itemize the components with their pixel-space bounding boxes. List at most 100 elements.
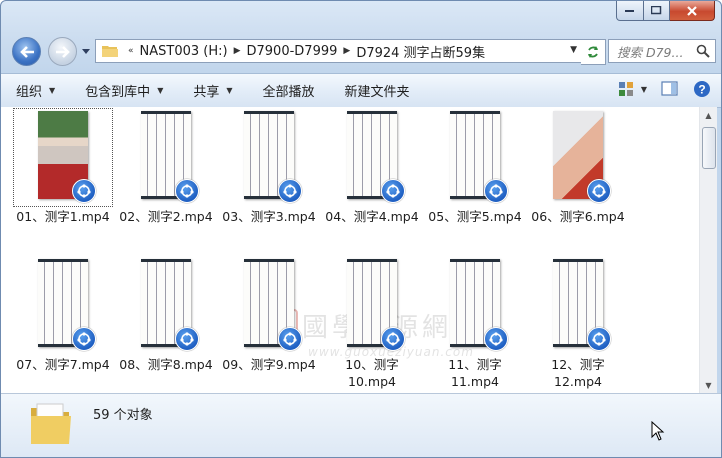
view-grid-icon bbox=[618, 82, 633, 96]
media-player-badge-icon bbox=[587, 327, 611, 351]
file-name: 12、测字 12.mp4 bbox=[551, 357, 605, 389]
file-name: 04、测字4.mp4 bbox=[325, 209, 419, 224]
breadcrumb-current-folder[interactable]: D7924 测字占断59集 bbox=[352, 42, 489, 61]
media-player-badge-icon bbox=[484, 179, 508, 203]
video-thumbnail[interactable] bbox=[220, 109, 318, 206]
scroll-up-icon[interactable]: ▲ bbox=[700, 107, 717, 123]
video-thumbnail[interactable] bbox=[13, 108, 113, 207]
scroll-down-icon[interactable]: ▼ bbox=[700, 377, 717, 393]
chevron-down-icon: ▼ bbox=[49, 86, 56, 95]
caption-buttons bbox=[616, 1, 715, 21]
media-player-badge-icon bbox=[381, 327, 405, 351]
item-count: 59 个对象 bbox=[93, 408, 153, 423]
media-player-badge-icon bbox=[72, 327, 96, 351]
video-thumbnail[interactable] bbox=[529, 109, 627, 206]
video-thumbnail[interactable] bbox=[117, 257, 215, 354]
file-list[interactable]: 臨 國學資源網 www.guoxueziyuan.com 01、测字1.mp40… bbox=[1, 107, 699, 393]
refresh-icon bbox=[588, 46, 598, 58]
share-menu[interactable]: 共享 ▼ bbox=[178, 81, 247, 100]
file-item[interactable]: 08、测字8.mp4 bbox=[116, 257, 216, 373]
preview-pane-icon bbox=[661, 81, 678, 96]
forward-arrow-icon bbox=[55, 45, 70, 58]
command-bar: 组织 ▼ 包含到库中 ▼ 共享 ▼ 全部播放 新建文件夹 ▼ ? bbox=[1, 73, 721, 108]
file-name: 05、测字5.mp4 bbox=[428, 209, 522, 224]
organize-label: 组织 bbox=[16, 85, 43, 100]
view-controls: ▼ ? bbox=[604, 80, 711, 98]
file-item[interactable]: 10、测字 10.mp4 bbox=[322, 257, 422, 390]
media-player-badge-icon bbox=[278, 327, 302, 351]
file-item[interactable]: 09、测字9.mp4 bbox=[219, 257, 319, 373]
video-thumbnail[interactable] bbox=[529, 257, 627, 354]
close-button[interactable] bbox=[670, 1, 715, 21]
media-player-badge-icon bbox=[381, 179, 405, 203]
recent-pages-dropdown[interactable] bbox=[81, 45, 91, 57]
organize-menu[interactable]: 组织 ▼ bbox=[1, 81, 70, 100]
address-bar[interactable]: « NAST003 (H:) ▶ D7900-D7999 ▶ D7924 测字占… bbox=[95, 39, 582, 63]
new-folder-label: 新建文件夹 bbox=[344, 85, 410, 100]
mouse-cursor-icon bbox=[651, 421, 665, 441]
maximize-icon bbox=[651, 6, 662, 15]
scrollbar-thumb[interactable] bbox=[702, 127, 716, 169]
change-view-button[interactable]: ▼ bbox=[618, 81, 647, 97]
file-item[interactable]: 05、测字5.mp4 bbox=[425, 109, 525, 225]
search-placeholder: 搜索 D79... bbox=[617, 44, 684, 60]
file-name: 11、测字 11.mp4 bbox=[448, 357, 502, 389]
video-thumbnail[interactable] bbox=[426, 109, 524, 206]
file-name: 10、测字 10.mp4 bbox=[345, 357, 399, 389]
play-all-button[interactable]: 全部播放 bbox=[248, 81, 330, 100]
breadcrumb-overflow[interactable]: « bbox=[126, 46, 136, 56]
address-dropdown-icon[interactable]: ▼ bbox=[570, 45, 577, 55]
video-thumbnail[interactable] bbox=[323, 109, 421, 206]
help-button[interactable]: ? bbox=[693, 80, 711, 98]
media-player-badge-icon bbox=[175, 327, 199, 351]
back-arrow-icon bbox=[19, 45, 34, 58]
file-item[interactable]: 06、测字6.mp4 bbox=[528, 109, 628, 225]
breadcrumb-range-folder[interactable]: D7900-D7999 bbox=[243, 44, 342, 59]
file-name: 02、测字2.mp4 bbox=[119, 209, 213, 224]
file-name: 03、测字3.mp4 bbox=[222, 209, 316, 224]
navigation-bar: « NAST003 (H:) ▶ D7900-D7999 ▶ D7924 测字占… bbox=[1, 35, 721, 67]
new-folder-button[interactable]: 新建文件夹 bbox=[330, 81, 425, 100]
play-all-label: 全部播放 bbox=[262, 85, 315, 100]
maximize-button[interactable] bbox=[644, 1, 670, 21]
file-item[interactable]: 01、测字1.mp4 bbox=[13, 108, 113, 225]
video-thumbnail[interactable] bbox=[14, 257, 112, 354]
help-icon: ? bbox=[694, 81, 710, 97]
details-pane: 59 个对象 bbox=[1, 393, 721, 457]
media-player-badge-icon bbox=[587, 179, 611, 203]
vertical-scrollbar[interactable]: ▲ ▼ bbox=[699, 107, 717, 393]
file-item[interactable]: 12、测字 12.mp4 bbox=[528, 257, 628, 390]
search-box[interactable]: 搜索 D79... bbox=[608, 39, 716, 63]
close-icon bbox=[687, 5, 697, 16]
file-item[interactable]: 02、测字2.mp4 bbox=[116, 109, 216, 225]
forward-button[interactable] bbox=[48, 37, 77, 66]
file-item[interactable]: 04、测字4.mp4 bbox=[322, 109, 422, 225]
search-icon[interactable] bbox=[696, 44, 710, 58]
chevron-down-icon: ▼ bbox=[226, 86, 233, 95]
media-player-badge-icon bbox=[278, 179, 302, 203]
video-thumbnail[interactable] bbox=[117, 109, 215, 206]
file-item[interactable]: 11、测字 11.mp4 bbox=[425, 257, 525, 390]
media-player-badge-icon bbox=[175, 179, 199, 203]
minimize-button[interactable] bbox=[616, 1, 644, 21]
breadcrumb-separator-icon[interactable]: ▶ bbox=[232, 46, 243, 56]
breadcrumb: « NAST003 (H:) ▶ D7900-D7999 ▶ D7924 测字占… bbox=[126, 42, 489, 61]
file-name: 08、测字8.mp4 bbox=[119, 357, 213, 372]
include-in-library-menu[interactable]: 包含到库中 ▼ bbox=[70, 81, 178, 100]
file-name: 07、测字7.mp4 bbox=[16, 357, 110, 372]
video-thumbnail[interactable] bbox=[426, 257, 524, 354]
preview-pane-button[interactable] bbox=[661, 81, 679, 97]
file-name: 06、测字6.mp4 bbox=[531, 209, 625, 224]
file-item[interactable]: 07、测字7.mp4 bbox=[13, 257, 113, 373]
media-player-badge-icon bbox=[484, 327, 508, 351]
file-item[interactable]: 03、测字3.mp4 bbox=[219, 109, 319, 225]
video-thumbnail[interactable] bbox=[220, 257, 318, 354]
media-player-badge-icon bbox=[72, 179, 96, 203]
include-in-library-label: 包含到库中 bbox=[85, 85, 151, 100]
chevron-down-icon: ▼ bbox=[640, 84, 647, 94]
breadcrumb-drive[interactable]: NAST003 (H:) bbox=[136, 44, 232, 59]
breadcrumb-separator-icon[interactable]: ▶ bbox=[341, 46, 352, 56]
video-thumbnail[interactable] bbox=[323, 257, 421, 354]
back-button[interactable] bbox=[12, 37, 41, 66]
refresh-button[interactable] bbox=[581, 39, 606, 65]
